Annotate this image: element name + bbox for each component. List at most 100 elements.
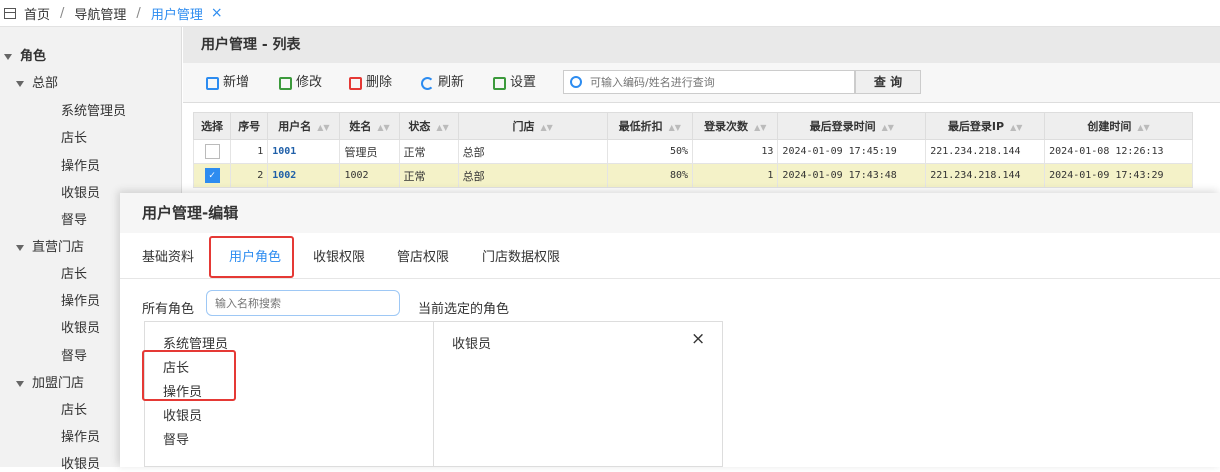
add-button[interactable]: 新增 xyxy=(206,72,249,94)
refresh-label: 刷新 xyxy=(438,75,465,90)
sort-icon[interactable]: ▲▼ xyxy=(540,123,552,132)
table-row[interactable]: 1 1001 管理员 正常 总部 50% 13 2024-01-09 17:45… xyxy=(192,139,1193,164)
tree-item[interactable]: 店长 xyxy=(61,399,87,418)
cell-name: 1002 xyxy=(339,163,400,188)
tab-store-data-permissions[interactable]: 门店数据权限 xyxy=(482,246,560,265)
tree-item[interactable]: 系统管理员 xyxy=(61,100,126,119)
cell-username[interactable]: 1002 xyxy=(267,163,341,188)
tree-item[interactable]: 店长 xyxy=(61,127,87,146)
breadcrumb-current[interactable]: 用户管理 xyxy=(151,4,203,23)
tree-item[interactable]: 收银员 xyxy=(61,317,100,336)
column-header[interactable]: 状态 ▲▼ xyxy=(398,112,459,140)
column-header-label: 最后登录IP xyxy=(947,120,1005,133)
column-header-label: 最后登录时间 xyxy=(809,120,876,133)
cell-discount: 50% xyxy=(606,139,694,164)
column-header[interactable]: 用户名 ▲▼ xyxy=(267,112,341,140)
breadcrumb-home[interactable]: 首页 xyxy=(24,4,50,23)
table-header-row: 选择 序号 用户名 ▲▼ 姓名 ▲▼ 状态 ▲▼ 门店 ▲▼ 最低折扣 ▲▼ 登录次数 ▲▼… xyxy=(192,112,1193,140)
breadcrumb: 首页 / 导航管理 / 用户管理 × xyxy=(0,0,1220,27)
cell-last-login: 2024-01-09 17:45:19 xyxy=(777,139,927,164)
cell-status: 正常 xyxy=(398,139,459,164)
refresh-icon xyxy=(421,76,434,90)
row-checkbox-cell[interactable]: ✓ xyxy=(192,163,232,188)
selected-role-item: 收银员 xyxy=(452,337,492,352)
tree-item[interactable]: 督导 xyxy=(61,209,87,228)
tree-item[interactable]: 操作员 xyxy=(61,426,100,445)
cell-logins: 13 xyxy=(692,139,779,164)
delete-button[interactable]: 删除 xyxy=(349,72,392,94)
tree-group-hq[interactable]: 总部 xyxy=(16,72,58,91)
dialog-title: 用户管理-编辑 xyxy=(120,193,1220,233)
role-item[interactable]: 督导 xyxy=(163,429,189,448)
row-checkbox-cell[interactable] xyxy=(192,139,232,164)
chevron-down-icon[interactable] xyxy=(16,80,24,87)
row-checkbox[interactable] xyxy=(204,144,220,159)
role-search-input[interactable] xyxy=(206,290,400,316)
breadcrumb-separator: / xyxy=(136,5,141,21)
tab-basic-info[interactable]: 基础资料 xyxy=(142,246,194,265)
cell-name: 管理员 xyxy=(339,139,400,164)
sort-icon[interactable]: ▲▼ xyxy=(882,123,894,132)
sort-icon[interactable]: ▲▼ xyxy=(1137,123,1149,132)
cell-discount: 80% xyxy=(606,163,694,188)
sort-icon[interactable]: ▲▼ xyxy=(1010,123,1022,132)
column-header[interactable]: 姓名 ▲▼ xyxy=(339,112,400,140)
column-header: 选择 xyxy=(192,112,232,140)
breadcrumb-nav[interactable]: 导航管理 xyxy=(74,4,126,23)
row-checkbox-checked[interactable]: ✓ xyxy=(204,168,220,183)
tree-group-franchise[interactable]: 加盟门店 xyxy=(16,372,84,391)
query-button[interactable]: 查 询 xyxy=(855,70,921,94)
table-row[interactable]: ✓ 2 1002 1002 正常 总部 80% 1 2024-01-09 17:… xyxy=(192,163,1193,188)
cell-last-login: 2024-01-09 17:43:48 xyxy=(777,163,927,188)
column-header-label: 门店 xyxy=(512,120,535,133)
column-header[interactable]: 登录次数 ▲▼ xyxy=(692,112,779,140)
chevron-down-icon[interactable] xyxy=(16,244,24,251)
add-icon xyxy=(206,76,219,90)
column-header[interactable]: 最低折扣 ▲▼ xyxy=(606,112,694,140)
settings-button[interactable]: 设置 xyxy=(493,72,536,94)
tab-highlight-box xyxy=(209,236,294,278)
column-header-label: 最低折扣 xyxy=(618,120,663,133)
search-input[interactable] xyxy=(588,74,832,90)
role-highlight-box xyxy=(142,350,236,401)
column-header-label: 创建时间 xyxy=(1087,120,1132,133)
tree-item[interactable]: 操作员 xyxy=(61,290,100,309)
column-header[interactable]: 最后登录IP ▲▼ xyxy=(925,112,1046,140)
tab-cashier-permissions[interactable]: 收银权限 xyxy=(313,246,365,265)
edit-button[interactable]: 修改 xyxy=(279,72,322,94)
breadcrumb-separator: / xyxy=(60,5,65,21)
tree-item[interactable]: 操作员 xyxy=(61,155,100,174)
cell-logins: 1 xyxy=(692,163,779,188)
column-header[interactable]: 最后登录时间 ▲▼ xyxy=(777,112,927,140)
refresh-button[interactable]: 刷新 xyxy=(421,72,464,94)
search-icon xyxy=(570,76,582,88)
column-header[interactable]: 创建时间 ▲▼ xyxy=(1044,112,1193,140)
sort-icon[interactable]: ▲▼ xyxy=(754,123,766,132)
close-tab-icon[interactable]: × xyxy=(211,5,223,21)
role-item[interactable]: 收银员 xyxy=(163,405,202,424)
tree-item[interactable]: 店长 xyxy=(61,263,87,282)
sort-icon[interactable]: ▲▼ xyxy=(669,123,681,132)
sort-icon[interactable]: ▲▼ xyxy=(377,123,389,132)
cell-store: 总部 xyxy=(457,163,608,188)
column-header-label: 状态 xyxy=(408,120,431,133)
search-box xyxy=(563,70,855,94)
tree-item[interactable]: 督导 xyxy=(61,345,87,364)
cell-created: 2024-01-08 12:26:13 xyxy=(1044,139,1193,164)
tree-group-direct-stores[interactable]: 直营门店 xyxy=(16,236,84,255)
tree-item[interactable]: 收银员 xyxy=(61,182,100,201)
column-header-label: 用户名 xyxy=(278,120,312,133)
sort-icon[interactable]: ▲▼ xyxy=(436,123,448,132)
home-icon[interactable] xyxy=(4,7,16,19)
sort-icon[interactable]: ▲▼ xyxy=(317,123,329,132)
edit-label: 修改 xyxy=(296,75,323,90)
tab-store-management-permissions[interactable]: 管店权限 xyxy=(397,246,449,265)
cell-seq: 2 xyxy=(230,163,269,188)
tree-root-roles[interactable]: 角色 xyxy=(4,45,46,64)
remove-role-close-icon[interactable]: × xyxy=(691,329,705,349)
cell-username[interactable]: 1001 xyxy=(267,139,341,164)
chevron-down-icon[interactable] xyxy=(16,380,24,387)
tree-item[interactable]: 收银员 xyxy=(61,453,100,472)
column-header[interactable]: 门店 ▲▼ xyxy=(457,112,608,140)
chevron-down-icon[interactable] xyxy=(4,53,12,60)
